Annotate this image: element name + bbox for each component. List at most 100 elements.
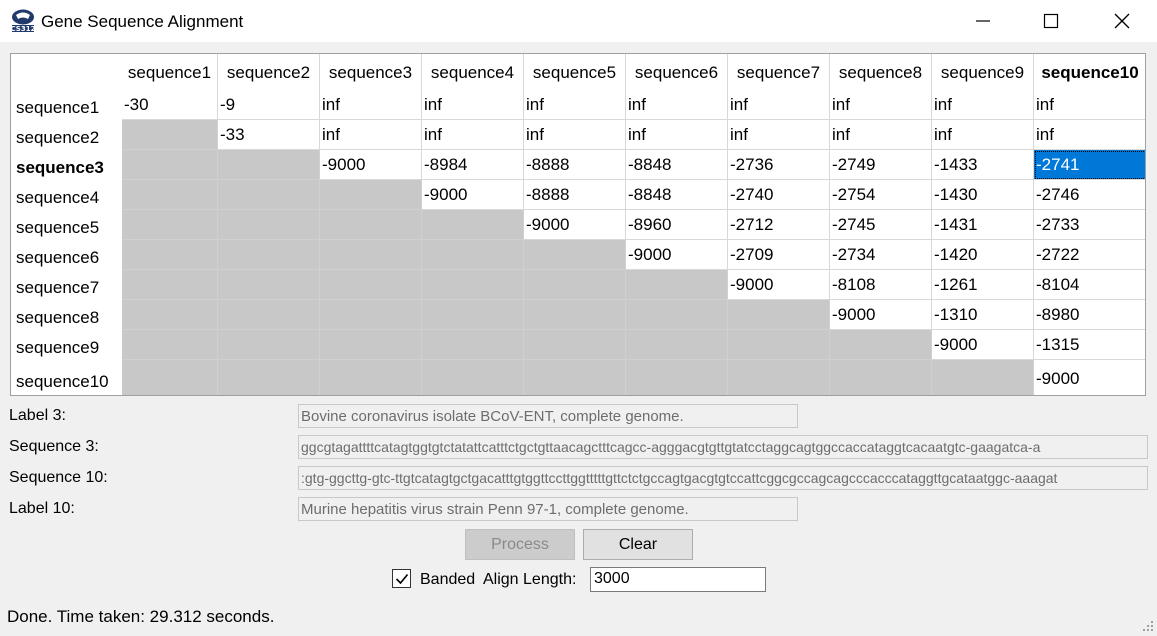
empty-cell[interactable] bbox=[122, 300, 218, 330]
empty-cell[interactable] bbox=[122, 360, 218, 395]
score-cell[interactable]: -1420 bbox=[932, 240, 1034, 270]
row-header[interactable]: sequence1 bbox=[11, 90, 122, 120]
empty-cell[interactable] bbox=[218, 240, 320, 270]
row-header[interactable]: sequence4 bbox=[11, 180, 122, 210]
empty-cell[interactable] bbox=[932, 360, 1034, 395]
empty-cell[interactable] bbox=[122, 150, 218, 180]
score-cell[interactable]: -9000 bbox=[626, 240, 728, 270]
score-cell[interactable]: -30 bbox=[122, 90, 218, 120]
empty-cell[interactable] bbox=[218, 300, 320, 330]
empty-cell[interactable] bbox=[422, 270, 524, 300]
minimize-button[interactable] bbox=[960, 0, 1006, 42]
empty-cell[interactable] bbox=[728, 360, 830, 395]
empty-cell[interactable] bbox=[320, 240, 422, 270]
score-cell[interactable]: -2722 bbox=[1034, 240, 1145, 270]
score-cell[interactable]: -2745 bbox=[830, 210, 932, 240]
score-cell[interactable]: -2741 bbox=[1034, 150, 1145, 180]
score-cell[interactable]: inf bbox=[524, 90, 626, 120]
score-cell[interactable]: -8848 bbox=[626, 180, 728, 210]
score-cell[interactable]: -2733 bbox=[1034, 210, 1145, 240]
row-header[interactable]: sequence2 bbox=[11, 120, 122, 150]
empty-cell[interactable] bbox=[422, 330, 524, 360]
score-cell[interactable]: -8888 bbox=[524, 180, 626, 210]
process-button[interactable]: Process bbox=[465, 529, 575, 560]
row-header[interactable]: sequence10 bbox=[11, 360, 122, 395]
row-header[interactable]: sequence6 bbox=[11, 240, 122, 270]
score-cell[interactable]: -8984 bbox=[422, 150, 524, 180]
score-cell[interactable]: -9 bbox=[218, 90, 320, 120]
score-cell[interactable]: inf bbox=[320, 120, 422, 150]
empty-cell[interactable] bbox=[626, 270, 728, 300]
score-cell[interactable]: -2754 bbox=[830, 180, 932, 210]
column-header[interactable]: sequence4 bbox=[422, 54, 524, 90]
empty-cell[interactable] bbox=[122, 240, 218, 270]
score-cell[interactable]: -2709 bbox=[728, 240, 830, 270]
score-cell[interactable]: inf bbox=[1034, 120, 1145, 150]
empty-cell[interactable] bbox=[122, 330, 218, 360]
empty-cell[interactable] bbox=[524, 330, 626, 360]
empty-cell[interactable] bbox=[218, 270, 320, 300]
clear-button[interactable]: Clear bbox=[583, 529, 693, 560]
score-cell[interactable]: -9000 bbox=[320, 150, 422, 180]
empty-cell[interactable] bbox=[422, 210, 524, 240]
empty-cell[interactable] bbox=[422, 240, 524, 270]
row-header[interactable]: sequence5 bbox=[11, 210, 122, 240]
empty-cell[interactable] bbox=[320, 180, 422, 210]
empty-cell[interactable] bbox=[626, 330, 728, 360]
score-cell[interactable]: -2740 bbox=[728, 180, 830, 210]
maximize-button[interactable] bbox=[1028, 0, 1074, 42]
score-cell[interactable]: -9000 bbox=[932, 330, 1034, 360]
score-cell[interactable]: -1315 bbox=[1034, 330, 1145, 360]
score-cell[interactable]: inf bbox=[626, 120, 728, 150]
score-cell[interactable]: -33 bbox=[218, 120, 320, 150]
empty-cell[interactable] bbox=[320, 360, 422, 395]
resize-grip-icon[interactable] bbox=[1143, 618, 1153, 631]
score-cell[interactable]: inf bbox=[320, 90, 422, 120]
score-cell[interactable]: inf bbox=[932, 120, 1034, 150]
align-length-input[interactable]: 3000 bbox=[590, 567, 766, 592]
score-cell[interactable]: -8888 bbox=[524, 150, 626, 180]
empty-cell[interactable] bbox=[320, 270, 422, 300]
score-cell[interactable]: -9000 bbox=[728, 270, 830, 300]
score-cell[interactable]: -2712 bbox=[728, 210, 830, 240]
empty-cell[interactable] bbox=[524, 360, 626, 395]
column-header[interactable]: sequence2 bbox=[218, 54, 320, 90]
score-cell[interactable]: -1430 bbox=[932, 180, 1034, 210]
score-cell[interactable]: -8960 bbox=[626, 210, 728, 240]
score-cell[interactable]: -2746 bbox=[1034, 180, 1145, 210]
score-cell[interactable]: -9000 bbox=[830, 300, 932, 330]
empty-cell[interactable] bbox=[524, 240, 626, 270]
column-header[interactable]: sequence5 bbox=[524, 54, 626, 90]
empty-cell[interactable] bbox=[320, 210, 422, 240]
score-cell[interactable]: -1261 bbox=[932, 270, 1034, 300]
score-cell[interactable]: inf bbox=[422, 120, 524, 150]
empty-cell[interactable] bbox=[218, 210, 320, 240]
empty-cell[interactable] bbox=[626, 300, 728, 330]
score-cell[interactable]: -8980 bbox=[1034, 300, 1145, 330]
score-cell[interactable]: -1431 bbox=[932, 210, 1034, 240]
empty-cell[interactable] bbox=[320, 300, 422, 330]
score-cell[interactable]: -2734 bbox=[830, 240, 932, 270]
score-cell[interactable]: -9000 bbox=[524, 210, 626, 240]
empty-cell[interactable] bbox=[320, 330, 422, 360]
column-header[interactable]: sequence8 bbox=[830, 54, 932, 90]
empty-cell[interactable] bbox=[830, 330, 932, 360]
score-cell[interactable]: inf bbox=[932, 90, 1034, 120]
empty-cell[interactable] bbox=[218, 150, 320, 180]
column-header[interactable]: sequence10 bbox=[1034, 54, 1145, 90]
empty-cell[interactable] bbox=[218, 330, 320, 360]
empty-cell[interactable] bbox=[218, 360, 320, 395]
row-header[interactable]: sequence7 bbox=[11, 270, 122, 300]
score-cell[interactable]: -9000 bbox=[422, 180, 524, 210]
empty-cell[interactable] bbox=[830, 360, 932, 395]
empty-cell[interactable] bbox=[728, 300, 830, 330]
close-button[interactable] bbox=[1099, 0, 1145, 42]
score-cell[interactable]: inf bbox=[728, 120, 830, 150]
column-header[interactable]: sequence1 bbox=[122, 54, 218, 90]
empty-cell[interactable] bbox=[122, 210, 218, 240]
empty-cell[interactable] bbox=[122, 270, 218, 300]
column-header[interactable]: sequence9 bbox=[932, 54, 1034, 90]
score-cell[interactable]: -1433 bbox=[932, 150, 1034, 180]
column-header[interactable]: sequence7 bbox=[728, 54, 830, 90]
banded-checkbox[interactable] bbox=[392, 569, 411, 588]
